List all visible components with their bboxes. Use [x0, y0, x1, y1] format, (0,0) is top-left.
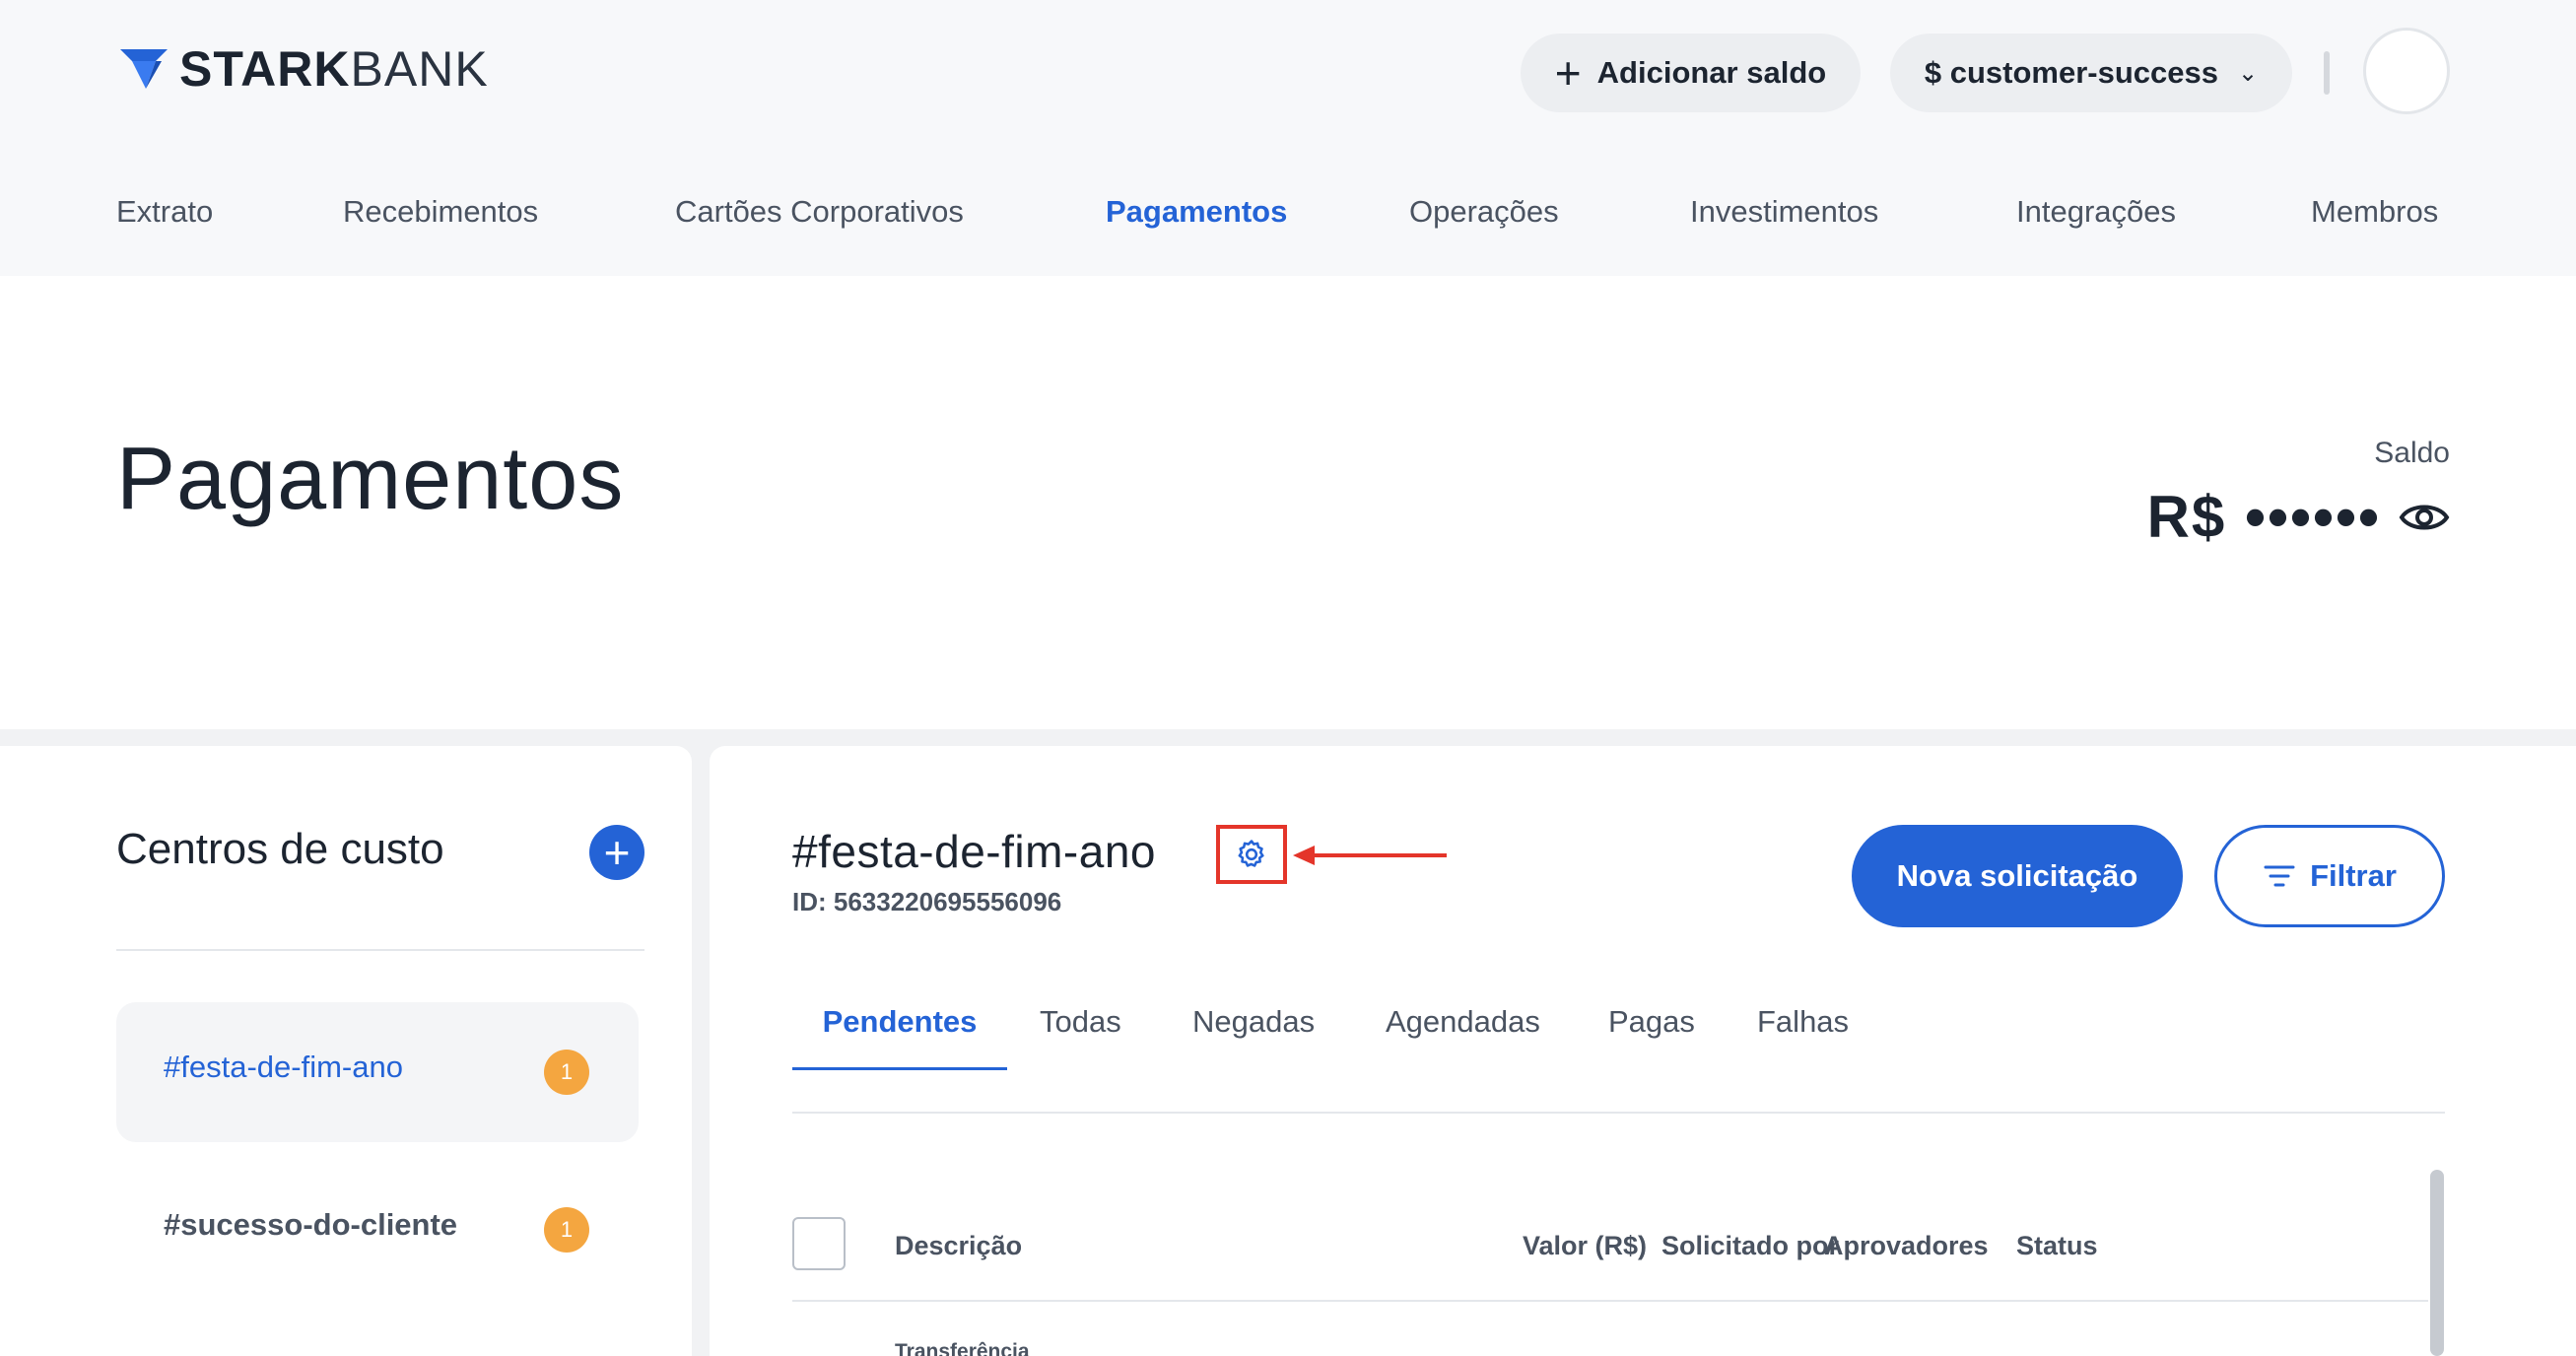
cost-center-item-festa-de-fim-ano[interactable]: #festa-de-fim-ano 1 [116, 1002, 639, 1142]
filter-label: Filtrar [2310, 858, 2397, 893]
balance-value: R$ •••••• [2146, 484, 2381, 550]
cost-center-settings-button[interactable] [1216, 825, 1287, 884]
table-header: Descrição Valor (R$) Solicitado por Apro… [792, 1217, 2428, 1276]
cost-center-name: #festa-de-fim-ano [792, 826, 1156, 877]
cost-centers-panel: Centros de custo + #festa-de-fim-ano 1 #… [0, 746, 692, 1356]
starkbank-logo[interactable]: STARKBANK [116, 39, 489, 99]
nav-item-membros[interactable]: Membros [2311, 192, 2438, 232]
filter-icon [2264, 865, 2295, 887]
table-scrollbar[interactable] [2430, 1170, 2444, 1356]
page-hero: Pagamentos Saldo R$ •••••• [0, 276, 2576, 729]
add-balance-label: Adicionar saldo [1596, 55, 1827, 90]
select-all-checkbox[interactable] [792, 1217, 846, 1270]
cost-centers-title: Centros de custo [116, 825, 444, 873]
nav-item-recebimentos[interactable]: Recebimentos [343, 192, 538, 232]
logo-wordmark-bank: BANK [350, 41, 489, 97]
active-tab-indicator [792, 1067, 1007, 1070]
top-header: STARKBANK + Adicionar saldo $ customer-s… [0, 0, 2576, 276]
divider [792, 1300, 2428, 1302]
nav-item-extrato[interactable]: Extrato [116, 192, 213, 232]
column-header-solicitado-por[interactable]: Solicitado por [1661, 1231, 1839, 1261]
tab-todas[interactable]: Todas [1040, 1000, 1121, 1071]
balance-display: R$ •••••• [2147, 483, 2450, 551]
nav-item-integracoes[interactable]: Integrações [2016, 192, 2176, 232]
nav-item-operacoes[interactable]: Operações [1409, 192, 1559, 232]
annotation-arrow-icon [1293, 846, 1447, 865]
add-balance-button[interactable]: + Adicionar saldo [1521, 34, 1861, 112]
request-tabs: Pendentes Todas Negadas Agendadas Pagas … [792, 1000, 2445, 1071]
tab-agendadas[interactable]: Agendadas [1386, 1000, 1540, 1071]
nav-item-investimentos[interactable]: Investimentos [1690, 192, 1878, 232]
table-row-type: Transferência [895, 1340, 1030, 1356]
cost-center-label: #sucesso-do-cliente [164, 1207, 458, 1242]
gear-icon [1238, 840, 1264, 867]
cost-center-item-sucesso-do-cliente[interactable]: #sucesso-do-cliente 1 [116, 1160, 639, 1300]
column-header-aprovadores[interactable]: Aprovadores [1824, 1231, 1989, 1261]
column-header-valor[interactable]: Valor (R$) [1523, 1231, 1647, 1261]
column-header-status[interactable]: Status [2016, 1231, 2098, 1261]
divider [792, 1112, 2445, 1114]
tab-falhas[interactable]: Falhas [1757, 1000, 1849, 1071]
add-cost-center-button[interactable]: + [589, 825, 644, 880]
count-badge: 1 [544, 1050, 589, 1095]
logo-wordmark-stark: STARK [179, 41, 351, 97]
filter-button[interactable]: Filtrar [2214, 825, 2445, 927]
plus-icon: + [1554, 47, 1582, 99]
workspace-label: $ customer-success [1924, 55, 2218, 90]
main-nav: Extrato Recebimentos Cartões Corporativo… [0, 192, 2576, 232]
divider [116, 949, 644, 951]
cost-center-id: ID: 5633220695556096 [792, 887, 1062, 916]
cost-center-label: #festa-de-fim-ano [164, 1050, 403, 1084]
nav-item-cartoes[interactable]: Cartões Corporativos [675, 192, 964, 232]
logo-mark-icon [120, 49, 168, 89]
count-badge: 1 [544, 1207, 589, 1253]
tab-pagas[interactable]: Pagas [1608, 1000, 1695, 1071]
chevron-down-icon: ⌄ [2238, 59, 2259, 87]
tab-negadas[interactable]: Negadas [1192, 1000, 1315, 1071]
eye-icon[interactable] [2399, 492, 2450, 543]
page-title: Pagamentos [116, 430, 625, 528]
workspace-selector[interactable]: $ customer-success ⌄ [1890, 34, 2292, 112]
header-divider [2324, 51, 2330, 95]
plus-icon: + [603, 827, 631, 878]
avatar[interactable] [2363, 28, 2450, 114]
balance-label: Saldo [2374, 437, 2450, 469]
cost-center-detail-panel: #festa-de-fim-ano ID: 5633220695556096 N… [710, 746, 2576, 1356]
tab-pendentes[interactable]: Pendentes [792, 1000, 1007, 1071]
logo-wordmark: STARKBANK [179, 39, 489, 99]
nav-item-pagamentos[interactable]: Pagamentos [1106, 192, 1287, 232]
new-request-button[interactable]: Nova solicitação [1852, 825, 2183, 927]
column-header-descricao[interactable]: Descrição [895, 1231, 1022, 1261]
